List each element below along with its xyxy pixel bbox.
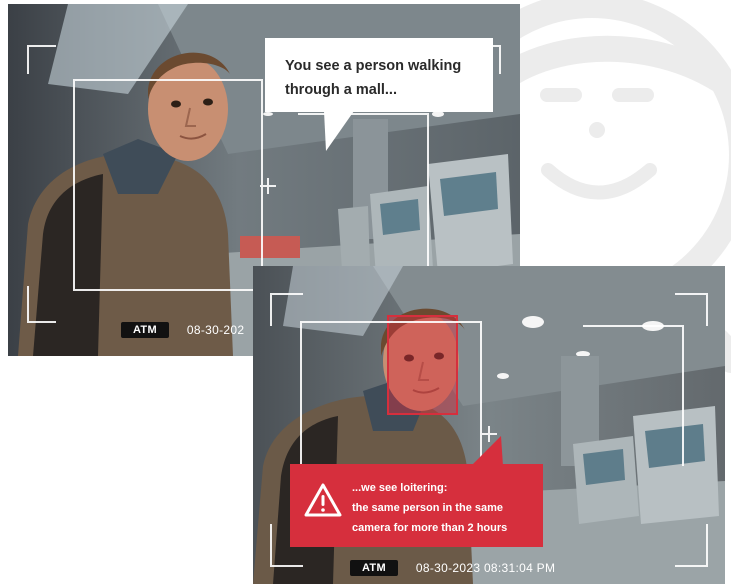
face-detection-box — [387, 315, 458, 415]
warning-triangle-icon — [304, 483, 342, 517]
camera-osd-second: ATM 08-30-2023 08:31:04 PM — [350, 560, 555, 576]
alert-line-2: the same person in the same — [352, 502, 503, 514]
camera-osd-first: ATM 08-30-202 — [121, 322, 244, 338]
speech-line-2: through a mall... — [285, 82, 397, 98]
camera-frame-second: ...we see loitering: the same person in … — [253, 266, 725, 584]
atm-badge: ATM — [121, 322, 169, 338]
camera-timestamp: 08-30-2023 08:31:04 PM — [415, 561, 556, 575]
atm-badge: ATM — [350, 560, 398, 576]
camera-timestamp: 08-30-202 — [186, 323, 245, 337]
alert-bubble-tail — [471, 436, 503, 466]
speech-bubble-white: You see a person walking through a mall.… — [265, 38, 493, 112]
alert-bubble: ...we see loitering: the same person in … — [290, 464, 543, 547]
speech-line-1: You see a person walking — [285, 58, 462, 74]
alert-line-3: camera for more than 2 hours — [352, 522, 508, 534]
speech-bubble-tail — [324, 111, 354, 151]
alert-line-1: ...we see loitering: — [352, 482, 448, 494]
